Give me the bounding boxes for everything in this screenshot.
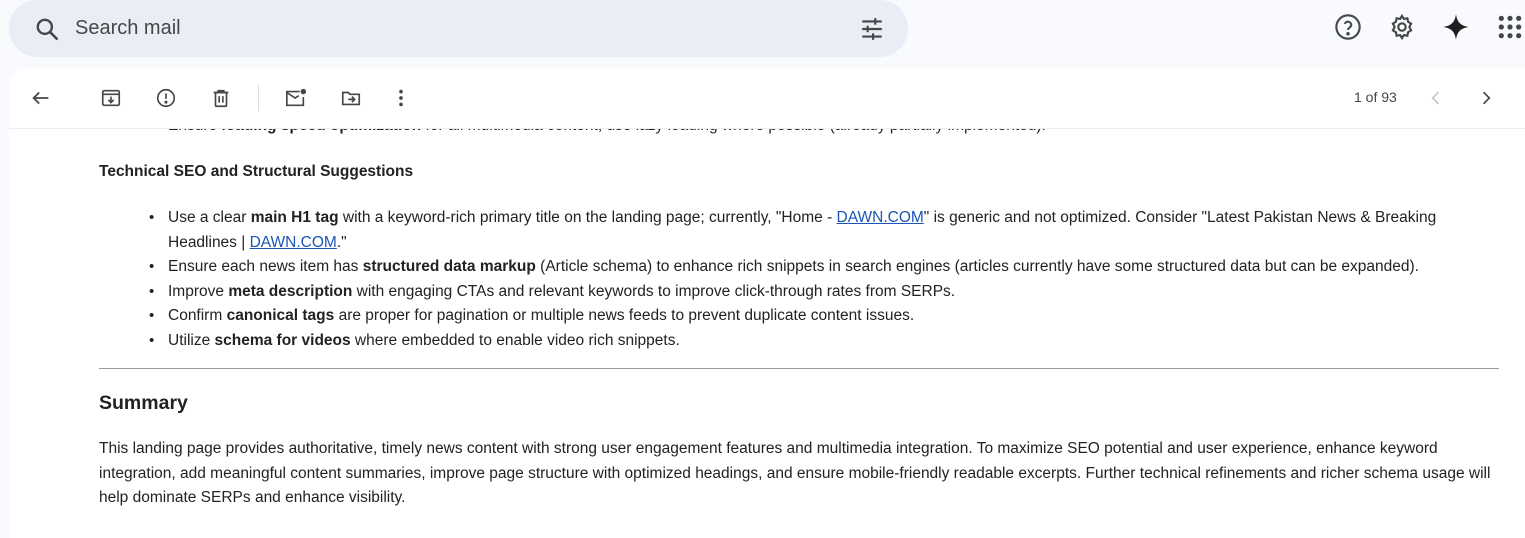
- list-item: Use a clear main H1 tag with a keyword-r…: [149, 206, 1508, 255]
- search-icon[interactable]: [33, 15, 61, 43]
- list-item: Utilize schema for videos where embedded…: [149, 329, 1508, 354]
- prev-chevron-icon[interactable]: [1424, 86, 1448, 110]
- delete-icon[interactable]: [209, 86, 233, 110]
- back-arrow-icon[interactable]: [29, 86, 53, 110]
- horizontal-rule: [99, 368, 1499, 369]
- search-bar: [9, 0, 908, 57]
- gemini-sparkle-icon[interactable]: [1441, 12, 1471, 42]
- message-panel: • Ensure loading speed optimization for …: [9, 68, 1525, 538]
- help-icon[interactable]: [1333, 12, 1363, 42]
- next-chevron-icon[interactable]: [1474, 86, 1498, 110]
- search-input[interactable]: [73, 16, 858, 41]
- suggestions-list: Use a clear main H1 tag with a keyword-r…: [99, 206, 1508, 353]
- section-heading: Technical SEO and Structural Suggestions: [99, 163, 414, 180]
- dawn-link[interactable]: DAWN.COM: [837, 209, 924, 226]
- pagination-count: 1 of 93: [1354, 89, 1397, 105]
- report-spam-icon[interactable]: [154, 86, 178, 110]
- move-to-icon[interactable]: [339, 86, 363, 110]
- mark-unread-icon[interactable]: [284, 86, 308, 110]
- list-item: Confirm canonical tags are proper for pa…: [149, 304, 1508, 329]
- settings-icon[interactable]: [1387, 12, 1417, 42]
- summary-paragraph: This landing page provides authoritative…: [99, 440, 1491, 506]
- email-body: • Ensure loading speed optimization for …: [9, 68, 1525, 538]
- message-toolbar: 1 of 93: [9, 68, 1525, 129]
- header-actions: [1333, 12, 1525, 42]
- more-vert-icon[interactable]: [389, 86, 413, 110]
- list-item: Ensure each news item has structured dat…: [149, 255, 1508, 280]
- summary-heading: Summary: [99, 392, 188, 414]
- tune-icon[interactable]: [858, 15, 886, 43]
- archive-icon[interactable]: [99, 86, 123, 110]
- list-item: Improve meta description with engaging C…: [149, 280, 1508, 305]
- apps-grid-icon[interactable]: [1495, 12, 1525, 42]
- dawn-link[interactable]: DAWN.COM: [250, 234, 337, 251]
- toolbar-divider: [258, 85, 259, 111]
